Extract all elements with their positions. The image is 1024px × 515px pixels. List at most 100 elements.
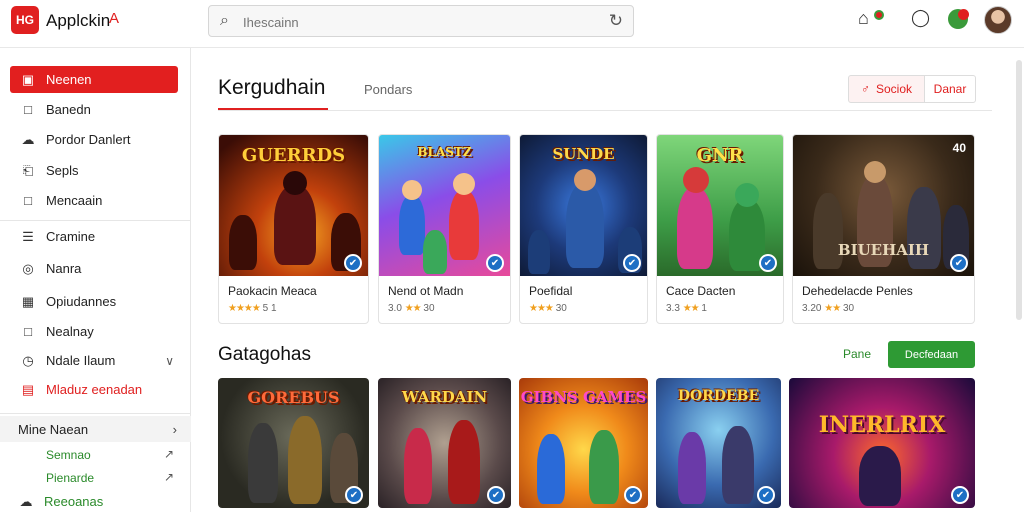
top-bar: HG Applckin A ⌕ ↻ ⌂ ◯	[0, 0, 1024, 48]
verified-check-icon: ✔	[486, 254, 504, 272]
category-art-title: WARDAIN	[401, 388, 488, 406]
sub-link-pienarde[interactable]: Pienarde	[46, 471, 94, 485]
verified-check-icon: ✔	[757, 486, 775, 504]
chevron-right-icon: ›	[172, 421, 177, 437]
search-icon: ⌕	[220, 12, 229, 29]
sidebar-item-neenen[interactable]: ▣ Neenen	[10, 66, 178, 93]
categories-more-link[interactable]: Pane	[843, 347, 871, 361]
tab-pondars[interactable]: Pondars	[364, 82, 412, 97]
calendar-icon: ▤	[21, 381, 35, 397]
sidebar-item-reeoanas[interactable]: ☁ Reeoanas	[8, 488, 176, 515]
pin-icon: ◎	[22, 260, 34, 276]
scrollbar[interactable]	[1016, 60, 1022, 320]
game-art-title: GNR	[696, 145, 744, 166]
sidebar-item-label: Ndale Ilaum	[46, 353, 116, 368]
category-card[interactable]: DORDEBE ✔	[656, 378, 781, 508]
box-icon: □	[24, 324, 32, 339]
search-input[interactable]	[243, 12, 583, 32]
category-card[interactable]: WARDAIN ✔	[378, 378, 511, 508]
segment-right-button[interactable]: Danar	[924, 75, 976, 103]
category-art-title: GIBNS GAMES	[520, 388, 647, 406]
chat-icon[interactable]: ◯	[911, 8, 930, 28]
sidebar-item-label: Nanra	[46, 261, 82, 276]
sidebar-divider	[0, 220, 191, 221]
app-name-mark: A	[109, 10, 120, 27]
sidebar-item-label: Reeoanas	[44, 494, 104, 509]
more-section-label: Mine Naean	[18, 421, 89, 437]
game-rating: ★★★ 30	[529, 303, 567, 314]
verified-check-icon: ✔	[345, 486, 363, 504]
bookmark-icon: □	[24, 102, 32, 117]
sidebar-item-label: Mencaain	[46, 193, 103, 208]
status-badge	[958, 9, 969, 20]
cloud-icon: ☁	[21, 131, 35, 147]
page-title: Kergudhain	[218, 76, 326, 99]
sidebar-item-label: Neenen	[46, 72, 92, 87]
category-card[interactable]: INERLRIX ✔	[789, 378, 975, 508]
game-badge: 40	[952, 141, 966, 155]
game-rating: ★★★★ 5 1	[228, 303, 277, 314]
category-card[interactable]: GIBNS GAMES ✔	[519, 378, 648, 508]
external-link-icon[interactable]: ↗	[164, 447, 174, 461]
sidebar-divider	[0, 413, 191, 414]
game-thumbnail: 40 BIUEHAIH ✔	[793, 135, 974, 276]
sidebar-item-banedn[interactable]: □ Banedn	[10, 96, 178, 123]
more-section-header[interactable]: Mine Naean ›	[0, 416, 191, 442]
verified-check-icon: ✔	[759, 254, 777, 272]
verified-check-icon: ✔	[950, 254, 968, 272]
app-name: Applckin	[46, 11, 111, 30]
sidebar-item-mencaain[interactable]: □ Mencaain	[10, 187, 178, 214]
category-art-title: GOREBUS	[247, 388, 340, 407]
sidebar-item-label: Mladuz eenadan	[46, 382, 143, 397]
sidebar-item-opiudannes[interactable]: ▦ Opiudannes	[10, 288, 178, 315]
external-link-icon[interactable]: ↗	[164, 470, 174, 484]
sidebar-item-nealnay[interactable]: □ Nealnay	[10, 318, 178, 345]
categories-title: Gatagohas	[218, 344, 311, 365]
game-rating: 3.3 ★★ 1	[666, 303, 707, 314]
search-bar[interactable]: ⌕ ↻	[208, 5, 634, 37]
sidebar-item-ndale[interactable]: ◷ Ndale Ilaum ∨	[10, 347, 178, 374]
verified-check-icon: ✔	[623, 254, 641, 272]
list-icon: ☰	[22, 228, 34, 244]
game-card[interactable]: SUNDE ✔ Poefidal ★★★ 30	[519, 134, 648, 324]
sidebar-item-label: Pordor Danlert	[46, 132, 131, 147]
game-art-title: BLASTZ	[417, 145, 472, 159]
game-thumbnail: SUNDE ✔	[520, 135, 647, 276]
category-card[interactable]: GOREBUS ✔	[218, 378, 369, 508]
game-card[interactable]: GUERRDS ✔ Paokacin Meaca ★★★★ 5 1	[218, 134, 369, 324]
sidebar-item-label: Banedn	[46, 102, 91, 117]
game-rating: 3.0 ★★ 30	[388, 303, 435, 314]
app-logo[interactable]: HG	[11, 6, 39, 34]
verified-check-icon: ✔	[344, 254, 362, 272]
game-thumbnail: BLASTZ ✔	[379, 135, 510, 276]
game-card[interactable]: 40 BIUEHAIH ✔ Dehedelacde Penles 3.20 ★★…	[792, 134, 975, 324]
refresh-icon[interactable]: ↻	[609, 11, 623, 31]
categories-action-button[interactable]: Decfedaan	[888, 341, 975, 368]
game-art-title: BIUEHAIH	[837, 241, 930, 259]
sidebar-item-sepls[interactable]: ⎗ Sepls	[10, 157, 178, 184]
avatar[interactable]	[984, 6, 1012, 34]
game-rating: 3.20 ★★ 30	[802, 303, 855, 314]
clock-icon: ◷	[22, 352, 34, 368]
home-icon[interactable]: ⌂	[858, 8, 869, 29]
game-title: Poefidal	[529, 284, 573, 298]
sub-link-semnao[interactable]: Semnao	[46, 448, 91, 462]
game-card[interactable]: BLASTZ ✔ Nend ot Madn 3.0 ★★ 30	[378, 134, 511, 324]
game-title: Dehedelacde Penles	[802, 284, 913, 298]
category-art-title: INERLRIX	[818, 412, 946, 438]
category-art-title: DORDEBE	[677, 388, 760, 404]
sidebar-item-nanra[interactable]: ◎ Nanra	[10, 255, 178, 282]
game-card[interactable]: GNR ✔ Cace Dacten 3.3 ★★ 1	[656, 134, 784, 324]
sidebar-item-pordor[interactable]: ☁ Pordor Danlert	[10, 126, 178, 153]
section-divider	[218, 110, 992, 111]
game-title: Cace Dacten	[666, 284, 736, 298]
sidebar-item-cramine[interactable]: ☰ Cramine	[10, 223, 178, 250]
square-icon: □	[24, 193, 32, 208]
segment-left-button[interactable]: ♂ Sociok	[848, 75, 925, 103]
notification-badge	[874, 10, 884, 20]
sidebar-item-mladuz[interactable]: ▤ Mladuz eenadan	[10, 376, 178, 403]
verified-check-icon: ✔	[487, 486, 505, 504]
chevron-down-icon[interactable]: ∨	[165, 354, 174, 368]
sidebar-item-label: Sepls	[46, 163, 79, 178]
grid-icon: ▦	[21, 293, 35, 309]
